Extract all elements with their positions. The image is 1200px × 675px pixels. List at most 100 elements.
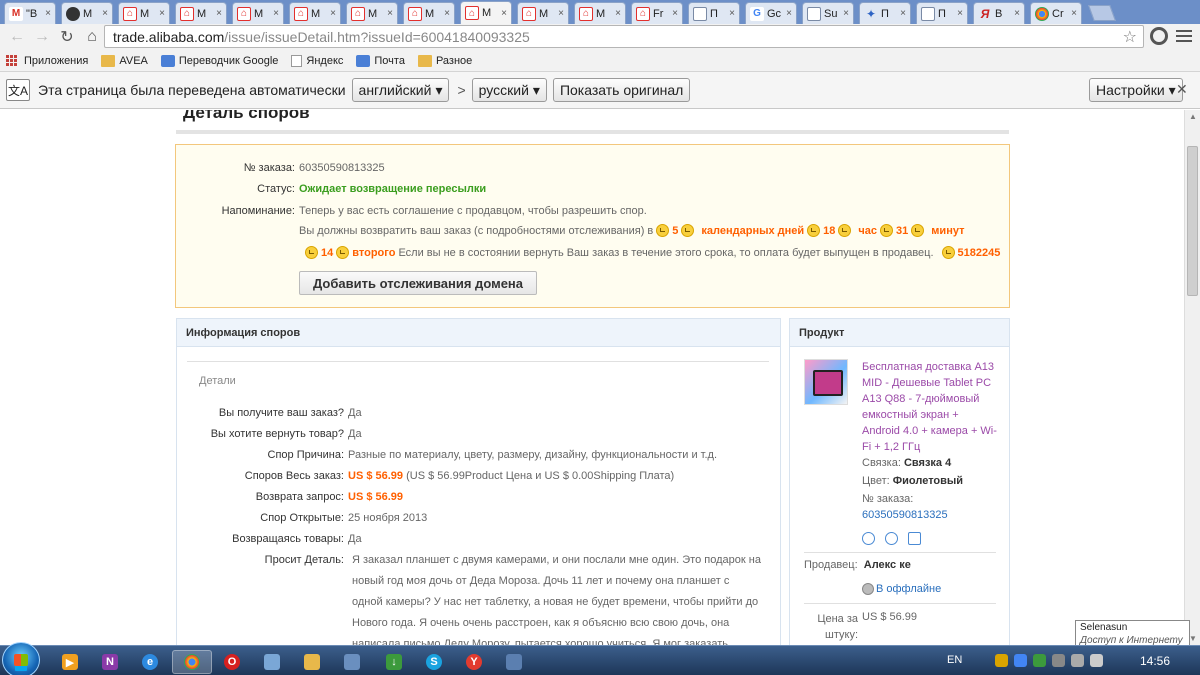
browser-tab[interactable]: M "В × xyxy=(4,2,56,24)
new-tab-button[interactable] xyxy=(1088,5,1116,21)
home-button[interactable]: ⌂ xyxy=(81,26,103,48)
browser-tab[interactable]: G Gc × xyxy=(745,2,797,24)
close-tab-icon[interactable]: × xyxy=(729,8,735,19)
product-image[interactable] xyxy=(804,359,848,405)
browser-tab[interactable]: ⌂ M × xyxy=(175,2,227,24)
close-tab-icon[interactable]: × xyxy=(273,8,279,19)
target-language-select[interactable]: русский ▾ xyxy=(471,78,547,102)
browser-tab[interactable]: ⌂ M × xyxy=(118,2,170,24)
taskbar-clock[interactable]: 14:56 xyxy=(1140,654,1170,668)
bookmark-yandex[interactable]: Яндекс xyxy=(291,54,343,67)
close-tab-icon[interactable]: × xyxy=(786,8,792,19)
taskbar-opera[interactable]: O xyxy=(212,650,252,674)
scrollbar-thumb[interactable] xyxy=(1187,146,1198,296)
browser-tab[interactable]: П × xyxy=(916,2,968,24)
order-number-label: № заказа: xyxy=(243,162,295,174)
tray-icon[interactable] xyxy=(995,654,1008,667)
bookmark-google-translate[interactable]: Переводчик Google xyxy=(160,54,278,67)
close-tab-icon[interactable]: × xyxy=(1071,8,1077,19)
taskbar-onenote[interactable]: N xyxy=(90,650,130,674)
browser-tab[interactable]: ⌂ M × xyxy=(574,2,626,24)
browser-tab[interactable]: ✦ П × xyxy=(859,2,911,24)
volume-icon[interactable] xyxy=(1090,654,1103,667)
taskbar-torrent[interactable]: ↓ xyxy=(374,650,414,674)
taskbar-chrome[interactable] xyxy=(172,650,212,674)
browser-tab[interactable]: Cr × xyxy=(1030,2,1082,24)
browser-tab[interactable]: Я В × xyxy=(973,2,1025,24)
clock-icon xyxy=(656,224,670,237)
detail-value: 25 ноября 2013 xyxy=(348,512,428,524)
taskbar-explorer[interactable] xyxy=(292,650,332,674)
taskbar-app-3[interactable] xyxy=(494,650,534,674)
close-tab-icon[interactable]: × xyxy=(159,8,165,19)
bookmark-star-icon[interactable]: ☆ xyxy=(1123,27,1137,47)
browser-tab[interactable]: ⌂ M × xyxy=(289,2,341,24)
scroll-up-icon[interactable]: ▲ xyxy=(1189,112,1197,121)
close-tab-icon[interactable]: × xyxy=(444,8,450,19)
close-tab-icon[interactable]: × xyxy=(102,8,108,19)
browser-tab[interactable]: П × xyxy=(688,2,740,24)
countdown-days-label: календарных дней xyxy=(701,224,805,237)
tray-icon[interactable] xyxy=(1052,654,1065,667)
start-button[interactable] xyxy=(2,642,40,675)
translate-settings-button[interactable]: Настройки ▾ xyxy=(1089,78,1183,102)
bookmark-apps[interactable]: Приложения xyxy=(6,54,88,67)
chrome-menu-icon[interactable] xyxy=(1176,28,1192,44)
bookmark-avea[interactable]: AVEA xyxy=(101,54,148,67)
network-icon[interactable] xyxy=(1071,654,1084,667)
source-language-select[interactable]: английский ▾ xyxy=(351,78,450,102)
taskbar-app-2[interactable] xyxy=(332,650,372,674)
browser-tab[interactable]: ⌂ M × xyxy=(460,1,512,24)
close-tab-icon[interactable]: × xyxy=(216,8,222,19)
scroll-down-icon[interactable]: ▼ xyxy=(1189,634,1197,643)
taskbar-yandex-browser[interactable]: Y xyxy=(454,650,494,674)
product-title-link[interactable]: Бесплатная доставка A13 MID - Дешевые Ta… xyxy=(862,359,998,455)
clock-icon xyxy=(807,224,821,237)
clock-icon[interactable] xyxy=(862,532,875,545)
language-indicator[interactable]: EN xyxy=(947,654,962,666)
close-tab-icon[interactable]: × xyxy=(45,8,51,19)
browser-tab[interactable]: ⌂ M × xyxy=(346,2,398,24)
taskbar-skype[interactable]: S xyxy=(414,650,454,674)
add-tracking-button[interactable]: Добавить отслеживания домена xyxy=(299,271,538,295)
close-icon[interactable]: ✕ xyxy=(1176,81,1188,98)
vertical-scrollbar[interactable]: ▲ ▼ xyxy=(1184,110,1200,645)
close-tab-icon[interactable]: × xyxy=(501,8,507,19)
close-tab-icon[interactable]: × xyxy=(387,8,393,19)
bookmark-misc[interactable]: Разное xyxy=(417,54,472,67)
browser-tab[interactable]: ⌂ M × xyxy=(517,2,569,24)
browser-tab[interactable]: Su × xyxy=(802,2,854,24)
address-bar[interactable]: trade.alibaba.com/issue/issueDetail.htm?… xyxy=(104,25,1144,48)
back-button[interactable]: ← xyxy=(6,26,28,48)
product-order-link[interactable]: 60350590813325 xyxy=(862,509,948,521)
browser-tab[interactable]: ⌂ M × xyxy=(403,2,455,24)
globe-icon[interactable] xyxy=(885,532,898,545)
camera-icon[interactable] xyxy=(908,532,921,545)
taskbar-media-player[interactable]: ▶ xyxy=(50,650,90,674)
close-tab-icon[interactable]: × xyxy=(843,8,849,19)
reload-button[interactable]: ↻ xyxy=(56,26,78,48)
countdown-row-2: 14 второго Если вы не в состоянии вернут… xyxy=(302,246,1000,259)
close-tab-icon[interactable]: × xyxy=(957,8,963,19)
show-original-button[interactable]: Показать оригинал xyxy=(552,78,691,102)
bookmark-mail[interactable]: Почта xyxy=(356,54,405,67)
browser-tab[interactable]: ⌂ M × xyxy=(232,2,284,24)
status-value: Ожидает возвращение пересылки xyxy=(299,183,487,195)
extension-icon[interactable] xyxy=(1150,27,1168,45)
close-tab-icon[interactable]: × xyxy=(672,8,678,19)
close-tab-icon[interactable]: × xyxy=(900,8,906,19)
taskbar-app[interactable] xyxy=(252,650,292,674)
tab-title: Cr xyxy=(1052,7,1064,20)
taskbar-ie[interactable]: e xyxy=(130,650,170,674)
forward-button[interactable]: → xyxy=(31,26,53,48)
tray-icon[interactable] xyxy=(1033,654,1046,667)
close-tab-icon[interactable]: × xyxy=(615,8,621,19)
close-tab-icon[interactable]: × xyxy=(558,8,564,19)
seller-status[interactable]: В оффлайне xyxy=(862,583,941,595)
tray-icon[interactable] xyxy=(1014,654,1027,667)
tab-strip: M "В × M × ⌂ M × ⌂ M × ⌂ M × ⌂ M × ⌂ M × ⌂ M × ⌂ M × ⌂ M × ⌂ M × ⌂ Fr × П × G… xyxy=(0,0,1200,24)
close-tab-icon[interactable]: × xyxy=(1014,8,1020,19)
browser-tab[interactable]: ⌂ Fr × xyxy=(631,2,683,24)
close-tab-icon[interactable]: × xyxy=(330,8,336,19)
browser-tab[interactable]: M × xyxy=(61,2,113,24)
